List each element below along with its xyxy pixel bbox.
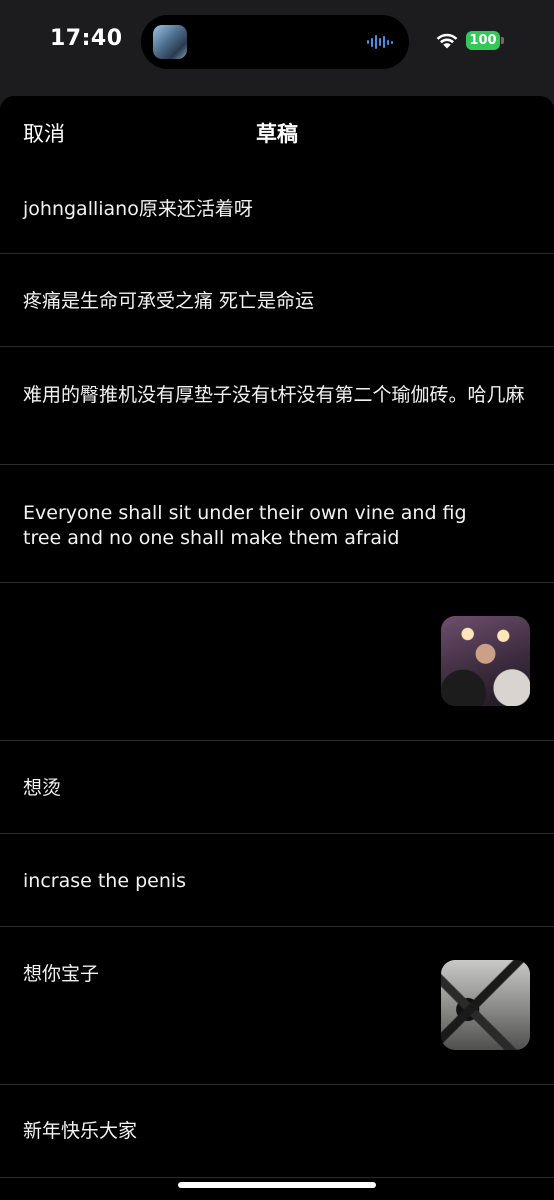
draft-item[interactable]: 难用的臀推机没有厚垫子没有t杆没有第二个瑜伽砖。哈几麻 — [0, 347, 554, 465]
draft-item[interactable]: 想你宝子 — [0, 927, 554, 1085]
home-indicator[interactable] — [178, 1182, 376, 1188]
page-title: 草稿 — [256, 122, 298, 146]
draft-text: 难用的臀推机没有厚垫子没有t杆没有第二个瑜伽砖。哈几麻 — [23, 384, 525, 406]
battery-icon: 100 — [466, 31, 504, 50]
draft-item[interactable] — [0, 583, 554, 741]
draft-text: 新年快乐大家 — [23, 1120, 138, 1142]
waveform-icon — [367, 34, 393, 50]
dynamic-island[interactable] — [141, 15, 409, 69]
draft-item[interactable]: incrase the penis — [0, 834, 554, 927]
draft-item[interactable]: johngalliano原来还活着呀 — [0, 168, 554, 254]
battery-tip — [501, 37, 504, 44]
draft-text: johngalliano原来还活着呀 — [23, 198, 253, 220]
draft-text: 想烫 — [23, 777, 62, 799]
status-time: 17:40 — [50, 26, 123, 51]
battery-level: 100 — [466, 31, 500, 50]
draft-item[interactable]: 疼痛是生命可承受之痛 死亡是命运 — [0, 254, 554, 347]
draft-text: Everyone shall sit under their own vine … — [23, 502, 467, 549]
nav-bar: 取消 草稿 — [0, 96, 554, 168]
draft-photo-thumbnail — [441, 960, 530, 1050]
status-bar: 17:40 100 — [0, 0, 554, 96]
now-playing-thumbnail — [153, 25, 187, 59]
draft-text: incrase the penis — [23, 870, 187, 892]
draft-item[interactable]: 想烫 — [0, 741, 554, 834]
wifi-icon — [436, 33, 458, 49]
draft-item[interactable]: Everyone shall sit under their own vine … — [0, 465, 554, 583]
draft-photo-thumbnail — [441, 616, 530, 706]
draft-item[interactable]: 新年快乐大家 — [0, 1085, 554, 1178]
drafts-list: johngalliano原来还活着呀 疼痛是生命可承受之痛 死亡是命运 难用的臀… — [0, 168, 554, 1178]
drafts-sheet: 取消 草稿 johngalliano原来还活着呀 疼痛是生命可承受之痛 死亡是命… — [0, 96, 554, 1200]
draft-text: 疼痛是生命可承受之痛 死亡是命运 — [23, 290, 315, 312]
